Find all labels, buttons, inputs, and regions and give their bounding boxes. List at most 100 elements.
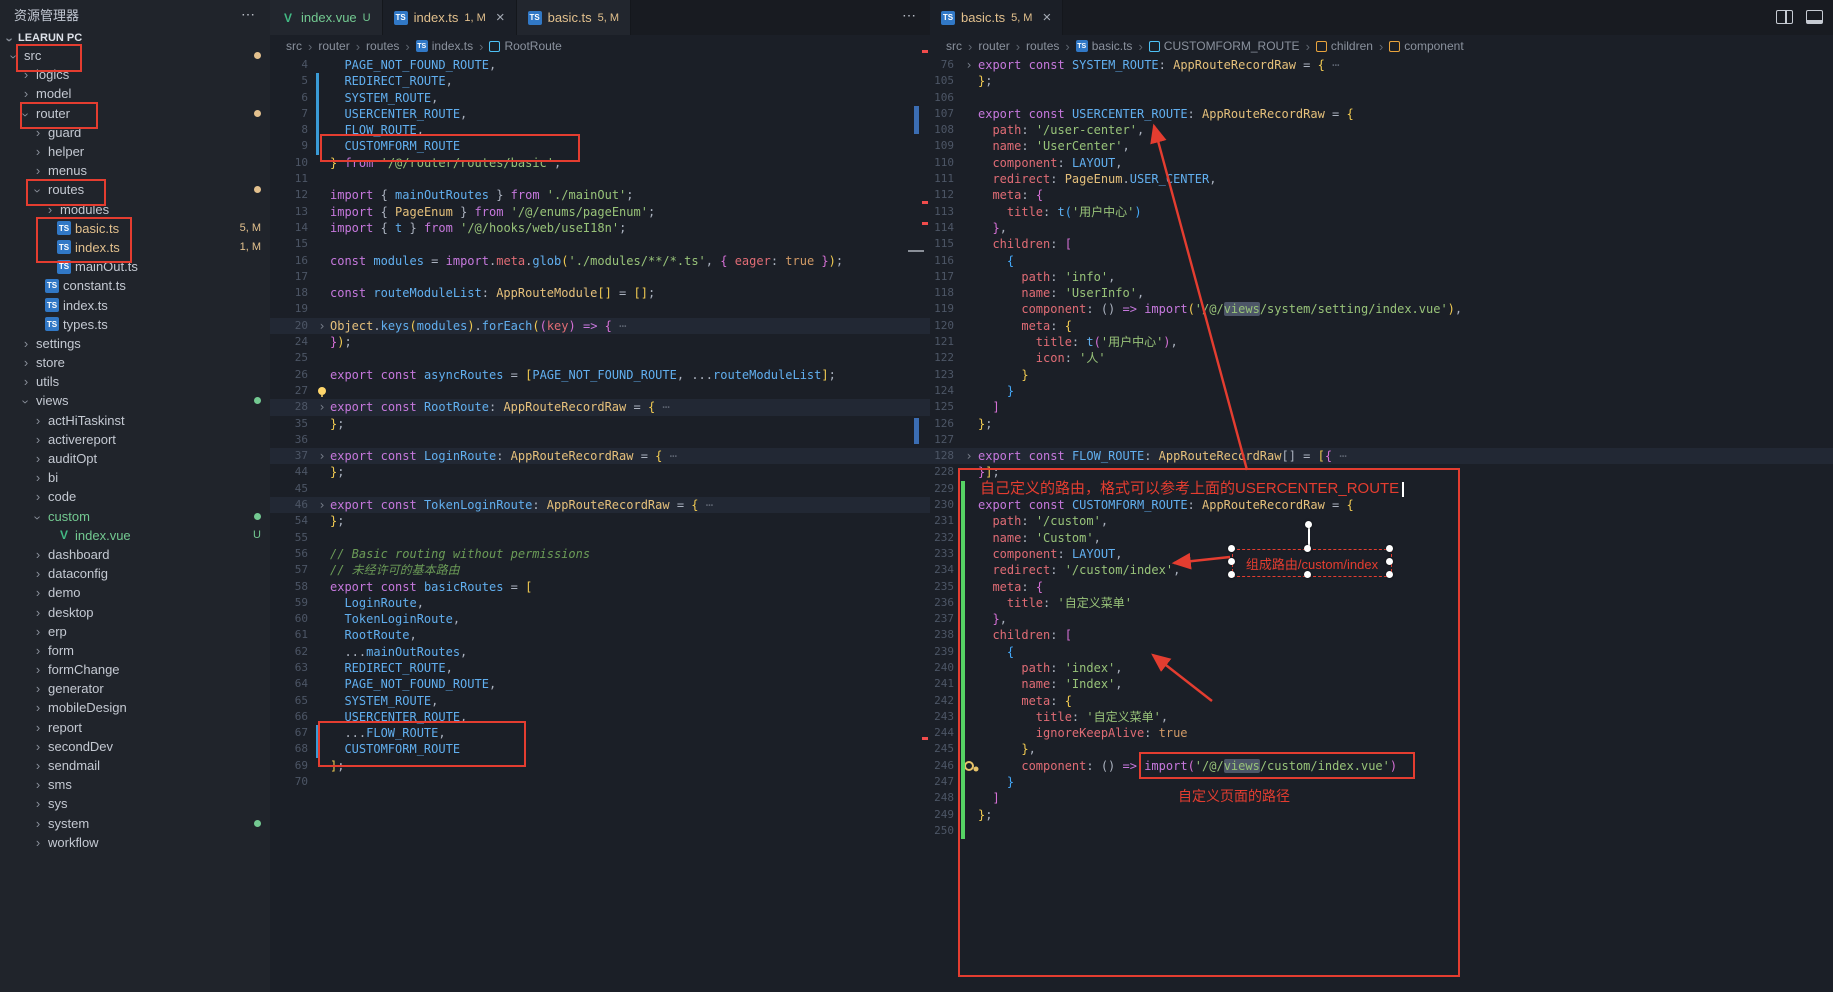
- code-editor-index-ts[interactable]: 4 PAGE_NOT_FOUND_ROUTE,5 REDIRECT_ROUTE,…: [270, 57, 930, 992]
- tree-item-erp[interactable]: ›erp: [0, 622, 270, 641]
- layout-icon[interactable]: [1806, 10, 1823, 24]
- breadcrumb-item-RootRoute[interactable]: RootRoute: [489, 39, 561, 53]
- resize-handle[interactable]: [1228, 558, 1235, 565]
- tree-item-code[interactable]: ›code: [0, 487, 270, 506]
- tree-item-index.vue[interactable]: Vindex.vueU: [0, 526, 270, 545]
- tree-item-model[interactable]: ›model: [0, 84, 270, 103]
- code-line-27: 27: [270, 383, 930, 399]
- breadcrumb-item-src[interactable]: src: [286, 39, 302, 53]
- resize-handle[interactable]: [1304, 571, 1311, 578]
- tree-item-activereport[interactable]: ›activereport: [0, 430, 270, 449]
- tree-item-dashboard[interactable]: ›dashboard: [0, 545, 270, 564]
- fold-chevron-icon[interactable]: ›: [960, 448, 978, 464]
- code-line-116: 116 {: [930, 253, 1833, 269]
- resize-handle[interactable]: [1386, 545, 1393, 552]
- tree-item-desktop[interactable]: ›desktop: [0, 602, 270, 621]
- gutter-glyph: [314, 236, 330, 252]
- explorer-section-header[interactable]: › LEARUN PC: [0, 28, 270, 48]
- tree-item-demo[interactable]: ›demo: [0, 583, 270, 602]
- code-editor-basic-ts[interactable]: 76›export const SYSTEM_ROUTE: AppRouteRe…: [930, 57, 1833, 992]
- tree-item-router[interactable]: ›router: [0, 104, 270, 123]
- tree-item-generator[interactable]: ›generator: [0, 679, 270, 698]
- tab-index.vue[interactable]: Vindex.vueU: [270, 0, 383, 35]
- code-token: ⋯: [1332, 449, 1346, 463]
- breadcrumb-item-CUSTOMFORM_ROUTE[interactable]: CUSTOMFORM_ROUTE: [1149, 39, 1300, 53]
- tree-item-system[interactable]: ›system: [0, 814, 270, 833]
- line-number: 55: [270, 530, 314, 546]
- tree-item-utils[interactable]: ›utils: [0, 372, 270, 391]
- breadcrumb-item-router[interactable]: router: [318, 39, 349, 53]
- resize-handle[interactable]: [1386, 558, 1393, 565]
- fold-chevron-icon[interactable]: ›: [960, 57, 978, 73]
- tree-item-routes[interactable]: ›routes: [0, 180, 270, 199]
- tree-item-auditOpt[interactable]: ›auditOpt: [0, 449, 270, 468]
- lightbulb-icon[interactable]: [314, 383, 330, 399]
- tree-item-views[interactable]: ›views: [0, 391, 270, 410]
- resize-handle[interactable]: [1228, 545, 1235, 552]
- fold-chevron-icon[interactable]: ›: [314, 399, 330, 415]
- breadcrumb-item-index.ts[interactable]: TSindex.ts: [416, 39, 473, 53]
- tree-item-sms[interactable]: ›sms: [0, 775, 270, 794]
- close-icon[interactable]: ×: [1042, 9, 1051, 26]
- tab-index.ts[interactable]: TSindex.ts1, M×: [383, 0, 517, 35]
- vscode-window: 资源管理器 ⋯ › LEARUN PC ›src›logics›model›ro…: [0, 0, 1833, 992]
- tree-item-dataconfig[interactable]: ›dataconfig: [0, 564, 270, 583]
- tree-item-formChange[interactable]: ›formChange: [0, 660, 270, 679]
- more-horizontal-icon[interactable]: ⋯: [241, 6, 256, 23]
- tree-item-index.ts[interactable]: TSindex.ts: [0, 295, 270, 314]
- tree-item-workflow[interactable]: ›workflow: [0, 833, 270, 852]
- tree-item-modules[interactable]: ›modules: [0, 200, 270, 219]
- code-token: }: [402, 221, 424, 235]
- tree-item-store[interactable]: ›store: [0, 353, 270, 372]
- fold-chevron-icon[interactable]: ›: [314, 318, 330, 334]
- resize-handle[interactable]: [1228, 571, 1235, 578]
- tab-basic.ts[interactable]: TSbasic.ts5, M: [517, 0, 631, 35]
- fold-chevron-icon[interactable]: ›: [314, 448, 330, 464]
- tree-item-mobileDesign[interactable]: ›mobileDesign: [0, 698, 270, 717]
- code-token: PageEnum: [395, 205, 453, 219]
- breadcrumb-item-routes[interactable]: routes: [366, 39, 399, 53]
- tree-item-helper[interactable]: ›helper: [0, 142, 270, 161]
- tree-item-report[interactable]: ›report: [0, 718, 270, 737]
- split-editor-icon[interactable]: [1776, 10, 1793, 24]
- breadcrumb-item-router[interactable]: router: [978, 39, 1009, 53]
- breadcrumb-item-children[interactable]: children: [1316, 39, 1373, 53]
- tree-item-mainOut.ts[interactable]: TSmainOut.ts: [0, 257, 270, 276]
- tree-item-src[interactable]: ›src: [0, 46, 270, 65]
- breadcrumb-item-src[interactable]: src: [946, 39, 962, 53]
- tree-item-sys[interactable]: ›sys: [0, 794, 270, 813]
- close-icon[interactable]: ×: [496, 9, 505, 26]
- code-line-241: 241 name: 'Index',: [930, 676, 1833, 692]
- tree-item-settings[interactable]: ›settings: [0, 334, 270, 353]
- gutter-glyph: [960, 790, 978, 806]
- breadcrumb-item-routes[interactable]: routes: [1026, 39, 1059, 53]
- tree-item-custom[interactable]: ›custom: [0, 507, 270, 526]
- tree-item-menus[interactable]: ›menus: [0, 161, 270, 180]
- tree-item-bi[interactable]: ›bi: [0, 468, 270, 487]
- breadcrumb-item-basic.ts[interactable]: TSbasic.ts: [1076, 39, 1133, 53]
- tree-item-basic.ts[interactable]: TSbasic.ts5, M: [0, 219, 270, 238]
- rotate-handle[interactable]: [1305, 521, 1312, 528]
- resize-handle[interactable]: [1304, 545, 1311, 552]
- more-horizontal-icon[interactable]: ⋯: [902, 7, 916, 24]
- tree-item-types.ts[interactable]: TStypes.ts: [0, 315, 270, 334]
- tree-item-constant.ts[interactable]: TSconstant.ts: [0, 276, 270, 295]
- tree-item-logics[interactable]: ›logics: [0, 65, 270, 84]
- code-token: ,: [460, 107, 467, 121]
- tree-item-actHiTaskinst[interactable]: ›actHiTaskinst: [0, 411, 270, 430]
- resize-handle[interactable]: [1386, 571, 1393, 578]
- tree-item-guard[interactable]: ›guard: [0, 123, 270, 142]
- line-number: 15: [270, 236, 314, 252]
- tree-item-form[interactable]: ›form: [0, 641, 270, 660]
- tree-item-sendmail[interactable]: ›sendmail: [0, 756, 270, 775]
- quickfix-key-icon[interactable]: [960, 758, 978, 774]
- code-token: ,: [1000, 221, 1007, 235]
- explorer-section-label: LEARUN PC: [18, 32, 82, 44]
- breadcrumb-item-component[interactable]: component: [1389, 39, 1463, 53]
- tree-item-index.ts[interactable]: TSindex.ts1, M: [0, 238, 270, 257]
- tree-item-secondDev[interactable]: ›secondDev: [0, 737, 270, 756]
- tab-basic.ts[interactable]: TSbasic.ts5, M×: [930, 0, 1063, 35]
- code-token: ,: [409, 628, 416, 642]
- fold-chevron-icon[interactable]: ›: [314, 497, 330, 513]
- breadcrumb-label: CUSTOMFORM_ROUTE: [1164, 39, 1300, 53]
